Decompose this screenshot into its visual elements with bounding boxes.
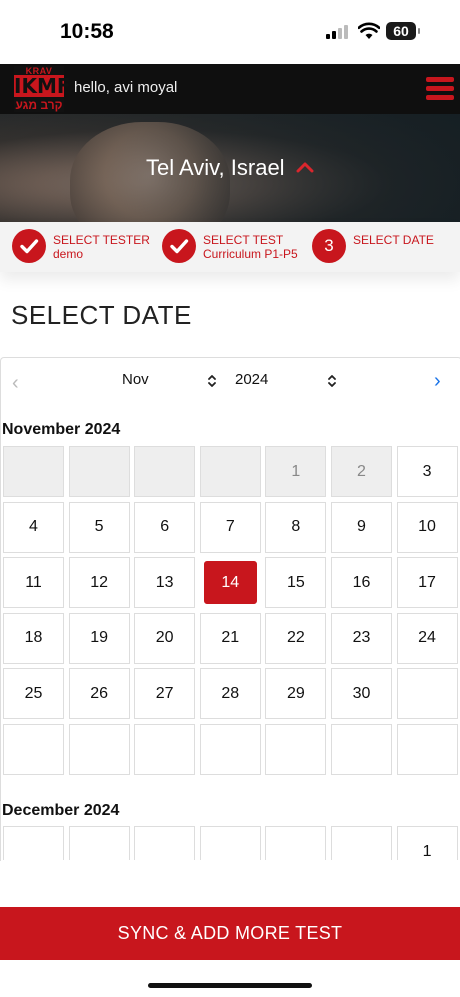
logo-text-hebrew: קרב מגע bbox=[15, 98, 63, 112]
day-cell[interactable]: 1 bbox=[396, 826, 458, 860]
empty-day-cell bbox=[396, 723, 458, 775]
chevron-up-icon[interactable] bbox=[296, 160, 314, 174]
empty-day-cell bbox=[396, 668, 458, 720]
empty-day-cell bbox=[199, 723, 261, 775]
year-updown-icon[interactable] bbox=[327, 374, 337, 388]
step-2-title[interactable]: SELECT TEST bbox=[203, 233, 283, 247]
logo-text-main: IKMF bbox=[14, 74, 71, 98]
user-greeting: hello, avi moyal bbox=[74, 79, 178, 96]
day-cell[interactable]: 17 bbox=[396, 557, 458, 609]
day-cell[interactable]: 26 bbox=[68, 668, 130, 720]
year-select[interactable]: 2024 bbox=[235, 371, 268, 388]
day-cell[interactable]: 23 bbox=[330, 612, 392, 664]
month-heading-december: December 2024 bbox=[2, 802, 120, 819]
home-indicator[interactable] bbox=[148, 983, 312, 988]
step-3-number[interactable]: 3 bbox=[312, 229, 346, 263]
day-cell[interactable]: 18 bbox=[3, 612, 64, 664]
empty-day-cell bbox=[68, 446, 130, 497]
location-title[interactable]: Tel Aviv, Israel bbox=[146, 155, 285, 181]
day-cell[interactable]: 12 bbox=[68, 557, 130, 609]
empty-day-cell bbox=[3, 723, 64, 775]
ikmf-logo: KRAV MAGA IKMF קרב מגע bbox=[14, 66, 71, 112]
november-day-grid: 1 2 3 4 5 6 7 8 9 10 11 12 13 14 15 16 17 18 19 20 21 22 23 24 2… bbox=[3, 446, 458, 775]
day-cell[interactable]: 22 bbox=[265, 612, 327, 664]
day-cell[interactable]: 3 bbox=[396, 446, 458, 497]
day-cell[interactable]: 19 bbox=[68, 612, 130, 664]
day-cell[interactable]: 10 bbox=[396, 501, 458, 553]
day-cell[interactable]: 7 bbox=[199, 501, 261, 553]
empty-day-cell bbox=[68, 826, 130, 860]
empty-day-cell bbox=[330, 826, 392, 860]
step-2-check-icon[interactable] bbox=[162, 229, 196, 263]
empty-day-cell bbox=[199, 446, 261, 497]
empty-day-cell bbox=[134, 723, 196, 775]
december-day-grid: 1 bbox=[3, 826, 458, 860]
previous-month-chevron-icon[interactable]: ‹ bbox=[12, 372, 19, 395]
month-select[interactable]: Nov bbox=[122, 371, 149, 388]
empty-day-cell bbox=[199, 826, 261, 860]
day-cell[interactable]: 21 bbox=[199, 612, 261, 664]
day-cell[interactable]: 1 bbox=[265, 446, 327, 497]
step-1-subtitle: demo bbox=[53, 247, 84, 261]
day-cell[interactable]: 6 bbox=[134, 501, 196, 553]
day-cell[interactable]: 24 bbox=[396, 612, 458, 664]
status-bar: 10:58 60 bbox=[0, 0, 460, 64]
next-month-chevron-icon[interactable]: › bbox=[434, 370, 441, 393]
day-cell[interactable]: 30 bbox=[330, 668, 392, 720]
step-1-title[interactable]: SELECT TESTER bbox=[53, 233, 150, 247]
empty-day-cell bbox=[265, 826, 327, 860]
day-cell[interactable]: 13 bbox=[134, 557, 196, 609]
month-heading-november: November 2024 bbox=[2, 421, 121, 438]
selected-day-cell[interactable]: 14 bbox=[203, 561, 257, 605]
day-cell[interactable]: 16 bbox=[330, 557, 392, 609]
empty-day-cell bbox=[265, 723, 327, 775]
menu-icon[interactable] bbox=[426, 77, 454, 101]
battery-icon: 60 bbox=[386, 22, 420, 40]
day-cell[interactable]: 9 bbox=[330, 501, 392, 553]
month-updown-icon[interactable] bbox=[207, 374, 217, 388]
day-cell[interactable]: 25 bbox=[3, 668, 64, 720]
empty-day-cell bbox=[134, 826, 196, 860]
status-time: 10:58 bbox=[60, 20, 114, 43]
day-cell[interactable]: 20 bbox=[134, 612, 196, 664]
wifi-icon bbox=[358, 22, 380, 39]
page-title: SELECT DATE bbox=[11, 300, 192, 330]
day-cell[interactable]: 15 bbox=[265, 557, 327, 609]
step-3-title[interactable]: SELECT DATE bbox=[353, 233, 434, 247]
day-cell[interactable]: 5 bbox=[68, 501, 130, 553]
day-cell[interactable]: 11 bbox=[3, 557, 64, 609]
step-1-check-icon[interactable] bbox=[12, 229, 46, 263]
empty-day-cell bbox=[3, 446, 64, 497]
day-cell[interactable]: 4 bbox=[3, 501, 64, 553]
empty-day-cell bbox=[68, 723, 130, 775]
day-cell[interactable]: 2 bbox=[330, 446, 392, 497]
empty-day-cell bbox=[330, 723, 392, 775]
step-2-subtitle: Curriculum P1-P5 bbox=[203, 247, 298, 261]
day-cell[interactable]: 29 bbox=[265, 668, 327, 720]
cellular-signal-icon bbox=[326, 25, 352, 39]
empty-day-cell bbox=[134, 446, 196, 497]
day-cell[interactable]: 27 bbox=[134, 668, 196, 720]
day-cell[interactable]: 28 bbox=[199, 668, 261, 720]
empty-day-cell bbox=[3, 826, 64, 860]
day-cell[interactable]: 8 bbox=[265, 501, 327, 553]
sync-add-more-test-button[interactable]: SYNC & ADD MORE TEST bbox=[0, 907, 460, 960]
